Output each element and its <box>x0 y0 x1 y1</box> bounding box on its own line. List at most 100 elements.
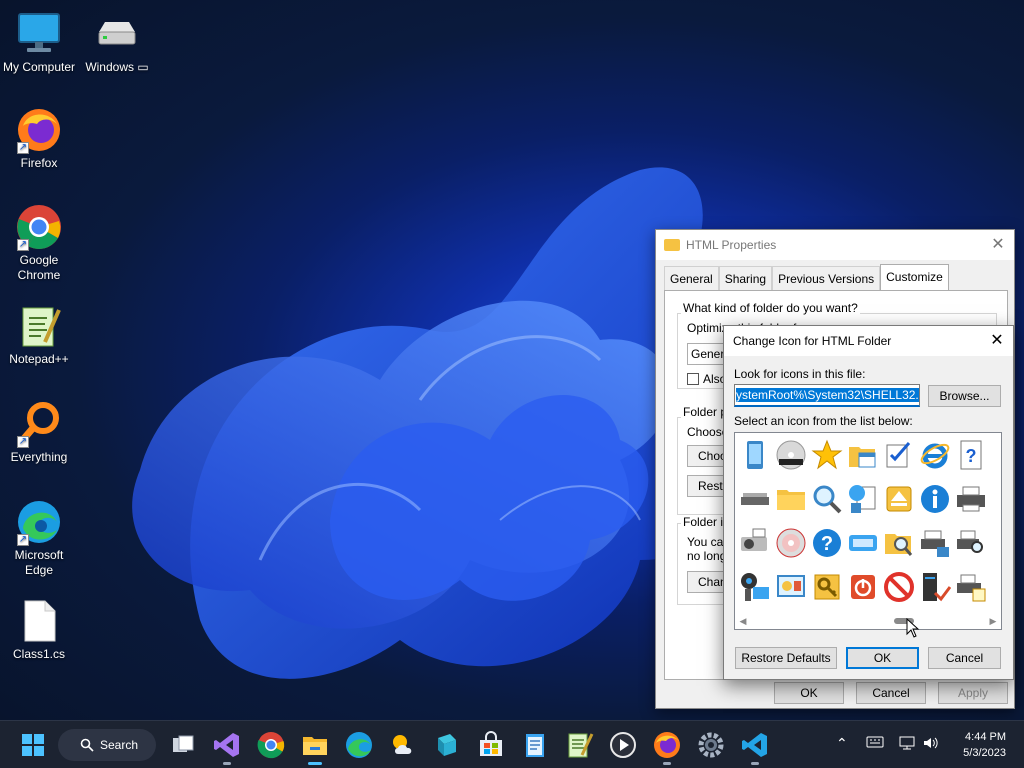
printer-partial-icon[interactable] <box>991 439 1001 471</box>
printer-icon[interactable] <box>955 483 987 515</box>
help-icon[interactable]: ? <box>811 527 843 559</box>
taskbar-firefox[interactable] <box>652 730 682 765</box>
volume-icon[interactable] <box>922 735 940 754</box>
taskbar-azure-data[interactable] <box>432 730 462 760</box>
printer-network-icon[interactable] <box>919 527 951 559</box>
desktop-icon-class1-cs[interactable]: Class1.cs <box>0 597 78 662</box>
folder-icon[interactable] <box>775 483 807 515</box>
checklist-icon[interactable] <box>883 439 915 471</box>
dialog-cancel-button[interactable]: Cancel <box>928 647 1001 669</box>
properties-close-button[interactable]: ✕ <box>988 235 1008 255</box>
power-icon[interactable] <box>847 571 879 603</box>
star-icon[interactable] <box>811 439 843 471</box>
keyboard-icon[interactable] <box>866 735 884 752</box>
running-indicator <box>751 762 759 765</box>
taskbar-media-player[interactable] <box>608 730 638 760</box>
eject-icon[interactable] <box>883 483 915 515</box>
properties-ok-button[interactable]: OK <box>774 682 844 704</box>
taskbar-clock[interactable]: 4:44 PM 5/3/2023 <box>963 729 1006 761</box>
media-player-icon <box>610 732 636 758</box>
taskbar-settings[interactable] <box>696 730 726 760</box>
internet-explorer-icon[interactable] <box>919 439 951 471</box>
documents-network-icon[interactable] <box>847 483 879 515</box>
desktop-icon-windows-drive[interactable]: Windows ▭ <box>78 10 156 75</box>
choose-file-button[interactable]: Choo <box>687 445 727 467</box>
control-panel-icon[interactable] <box>775 571 807 603</box>
taskbar-task-view[interactable] <box>168 730 198 760</box>
edge-icon <box>346 732 372 758</box>
printer-partial-icon[interactable] <box>991 483 1001 515</box>
key-icon[interactable] <box>811 571 843 603</box>
info-icon[interactable] <box>919 483 951 515</box>
start-button[interactable] <box>18 730 48 760</box>
icon-list-scrollbar[interactable]: ◀ ▶ <box>736 614 1000 628</box>
printer-doc-icon[interactable] <box>955 571 987 603</box>
desktop-icon-firefox[interactable]: ↗ Firefox <box>0 106 78 171</box>
desktop-icon-notepadpp[interactable]: Notepad++ <box>0 302 78 367</box>
folder-partial-icon[interactable] <box>991 571 1001 603</box>
tab-sharing[interactable]: Sharing <box>718 266 773 293</box>
tab-previous-versions[interactable]: Previous Versions <box>772 266 881 293</box>
properties-apply-button[interactable]: Apply <box>938 682 1008 704</box>
no-entry-icon[interactable] <box>883 571 915 603</box>
server-check-icon[interactable] <box>919 571 951 603</box>
tablet-icon[interactable] <box>739 439 771 471</box>
cd-icon[interactable] <box>775 527 807 559</box>
folder-pictures-label: Folder p <box>681 405 730 419</box>
dvd-rw-icon[interactable] <box>775 439 807 471</box>
projector-icon[interactable] <box>739 527 771 559</box>
restore-default-button[interactable]: Resto <box>687 475 727 497</box>
optimize-select[interactable]: Genera <box>687 343 727 365</box>
printer-search-icon[interactable] <box>955 527 987 559</box>
taskbar-file-explorer[interactable] <box>300 730 330 765</box>
browse-button[interactable]: Browse... <box>928 385 1001 407</box>
tab-customize[interactable]: Customize <box>880 264 949 291</box>
icon-file-input[interactable]: ystemRoot%\System32\SHELL32.dll <box>734 384 920 407</box>
taskbar-vscode[interactable] <box>740 730 770 765</box>
taskbar-notepad[interactable] <box>520 730 550 760</box>
taskbar-notepadpp[interactable] <box>564 730 594 760</box>
also-checkbox[interactable]: Also <box>687 372 726 386</box>
scroll-right-icon[interactable]: ▶ <box>986 614 1000 628</box>
magnifier-icon[interactable] <box>811 483 843 515</box>
taskbar-store[interactable] <box>476 730 506 760</box>
shortcut-arrow-icon: ↗ <box>17 436 29 448</box>
restore-defaults-button[interactable]: Restore Defaults <box>735 647 837 669</box>
look-for-icons-label: Look for icons in this file: <box>734 367 866 381</box>
desktop-icon-my-computer[interactable]: My Computer <box>0 10 78 75</box>
change-icon-button[interactable]: Chan <box>687 571 727 593</box>
folder-calendar-icon[interactable] <box>847 439 879 471</box>
desktop-icon-chrome[interactable]: ↗ Google Chrome <box>0 203 78 283</box>
window-icon[interactable] <box>847 527 879 559</box>
taskbar-weather[interactable] <box>388 730 418 760</box>
file-explorer-icon <box>303 737 327 755</box>
tray-overflow-chevron-up-icon[interactable]: ⌃ <box>836 735 848 752</box>
tab-general[interactable]: General <box>664 266 719 293</box>
dialog-titlebar[interactable]: Change Icon for HTML Folder <box>724 326 1013 356</box>
chrome-icon <box>257 732 285 759</box>
everything-icon: ↗ <box>15 400 63 448</box>
icon-list[interactable]: ?? ◀ ▶ <box>734 432 1002 630</box>
properties-titlebar[interactable]: HTML Properties <box>656 230 1014 260</box>
webcam-icon[interactable] <box>739 571 771 603</box>
dialog-close-button[interactable]: ✕ <box>987 331 1007 351</box>
taskbar-search[interactable]: Search <box>58 729 156 761</box>
scroll-left-icon[interactable]: ◀ <box>736 614 750 628</box>
svg-text:?: ? <box>966 446 977 466</box>
desktop-icon-everything[interactable]: ↗ Everything <box>0 400 78 465</box>
folder-search-icon[interactable] <box>883 527 915 559</box>
taskbar-chrome[interactable] <box>256 730 286 760</box>
taskbar-edge[interactable] <box>344 730 374 760</box>
dialog-ok-button[interactable]: OK <box>846 647 919 669</box>
scanner-icon[interactable] <box>739 483 771 515</box>
notepadpp-icon <box>568 733 594 758</box>
taskbar-visual-studio[interactable] <box>212 730 242 765</box>
notepadpp-icon <box>15 302 63 350</box>
desktop-icon-edge[interactable]: ↗ Microsoft Edge <box>0 498 78 578</box>
help-document-icon[interactable]: ? <box>955 439 987 471</box>
printer-partial-icon[interactable] <box>991 527 1001 559</box>
properties-cancel-button[interactable]: Cancel <box>856 682 926 704</box>
checkbox-icon <box>687 373 699 385</box>
properties-title: HTML Properties <box>686 238 777 252</box>
network-icon[interactable] <box>898 735 916 754</box>
